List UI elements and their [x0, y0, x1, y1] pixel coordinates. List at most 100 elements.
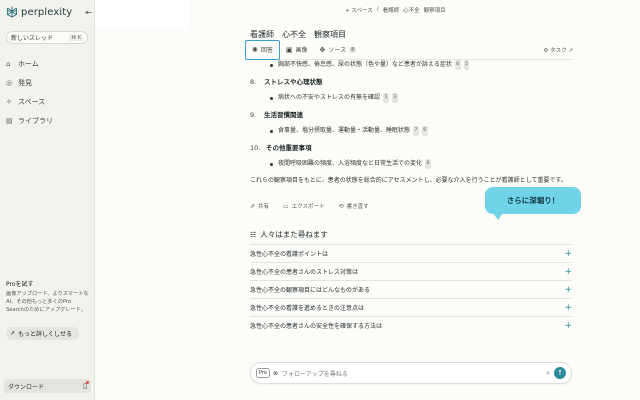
export-label: エクスポート	[291, 204, 325, 210]
item-title: その他重要事項	[266, 144, 312, 152]
learn-more-label: もっと詳しくしせる	[18, 331, 73, 338]
sidebar-item-discover[interactable]: ◎ 発見	[6, 73, 90, 92]
bullet-text: 夜間呼吸困難の頻度、入浴頻度など日常生活での変化	[278, 160, 423, 167]
item-number: 8.	[250, 78, 257, 86]
item-title: 生活習慣関連	[264, 111, 303, 119]
sidebar-nav: ⌂ ホーム ◎ 発見 ✧ スペース ▤ ライブラリ	[6, 54, 90, 130]
pro-description: 画像アップロード、よりスマートなAI、その他もっと多くのPro Searchのた…	[6, 291, 89, 313]
tab-images[interactable]: ▣ 画像	[280, 40, 314, 60]
plus-icon: +	[564, 302, 572, 313]
brand-name: perplexity	[21, 6, 73, 18]
item-number: 9.	[250, 111, 257, 119]
sources-count-badge: 8	[349, 46, 357, 53]
citation-badge[interactable]: 3	[391, 93, 398, 103]
related-question-text: 急性心不全の患者さんの安全性を確保する方法は	[250, 323, 383, 330]
share-icon: ⇗	[250, 203, 256, 210]
numbered-heading: 9. 生活習慣関連	[250, 110, 575, 120]
summary-paragraph: これらの観察項目をもとに、患者の状態を総合的にアセスメントし、必要な介入を行うこ…	[250, 177, 567, 184]
collapse-sidebar-icon[interactable]: ⇤	[85, 8, 92, 17]
sidebar-item-label: ライブラリ	[18, 116, 53, 125]
sidebar-item-label: ホーム	[18, 59, 39, 68]
brand-row: perplexity ⇤	[6, 5, 92, 19]
list-item: 食事量、塩分摂取量、運動量・活動量、睡眠状態 7 6	[250, 126, 575, 136]
related-question-row[interactable]: 急性心不全の観察項目にはどんなものがある +	[250, 280, 572, 298]
perplexity-logo-icon	[7, 6, 17, 18]
arrow-up-right-icon: ↗	[10, 330, 16, 337]
related-icon: ☷	[250, 230, 257, 239]
focus-icon[interactable]: ⊗	[273, 370, 278, 377]
speech-bubble-callout: さらに深堀り！	[485, 187, 581, 220]
rewrite-button[interactable]: ⟲ 書き直す	[339, 202, 369, 210]
plus-icon: +	[564, 248, 572, 259]
plus-icon: +	[564, 320, 572, 331]
download-button[interactable]: ダウンロード ▯	[4, 379, 91, 393]
breadcrumb-separator: /	[376, 6, 379, 12]
submit-button[interactable]: ↑	[554, 367, 566, 379]
new-thread-label: 新しいスレッド	[11, 35, 54, 42]
followup-input[interactable]: フォローアップを尋ねる	[282, 369, 348, 378]
citation-badge[interactable]: 7	[412, 126, 419, 136]
image-icon: ▣	[285, 45, 293, 54]
tab-label: ソース	[328, 47, 347, 54]
spaces-icon: ✧	[6, 97, 12, 106]
thread-title: 看護師 心不全 観察項目	[250, 30, 346, 39]
sidebar-item-library[interactable]: ▤ ライブラリ	[6, 111, 90, 130]
result-tabs: ✺ 回答 ▣ 画像 ✥ ソース 8 ⚙ タスク ↗	[245, 39, 573, 60]
related-question-text: 急性心不全の患者さんのストレス対策は	[250, 269, 359, 276]
plus-icon: +	[564, 266, 572, 277]
citation-badge[interactable]: 6	[421, 126, 428, 136]
related-question-text: 急性心不全の看護を進めるときの注意点は	[250, 305, 365, 312]
pro-toggle[interactable]: Pro	[256, 368, 270, 378]
globe-icon: ◎	[6, 78, 13, 87]
related-question-row[interactable]: 急性心不全の看護を進めるときの注意点は +	[250, 298, 572, 316]
learn-more-button[interactable]: ↗ もっと詳しくしせる	[6, 327, 79, 340]
related-question-row[interactable]: 急性心不全の患者さんの安全性を確保する方法は +	[250, 316, 572, 334]
citation-badge[interactable]: 6	[454, 60, 461, 70]
share-button[interactable]: ⇗ 共有	[250, 202, 269, 210]
numbered-heading: 8. ストレスや心理状態	[250, 77, 575, 87]
new-thread-button[interactable]: 新しいスレッド ⌘ K	[6, 31, 88, 44]
phone-icon: ▯	[83, 381, 89, 390]
download-label: ダウンロード	[8, 383, 45, 391]
expand-icon: ↗	[568, 47, 573, 54]
sidebar-item-spaces[interactable]: ✧ スペース	[6, 92, 90, 111]
related-title: 人々はまた尋ねます	[260, 230, 328, 239]
paperclip-icon[interactable]: ⌕	[546, 369, 550, 378]
tasks-button[interactable]: ⚙ タスク ↗	[543, 46, 573, 54]
breadcrumb: + スペース / 看護師 心不全 観察項目	[345, 6, 446, 14]
bullet-text: 病状への不安やストレスの有無を確認	[278, 94, 381, 101]
citation-badge[interactable]: 1	[382, 93, 389, 103]
sidebar-item-home[interactable]: ⌂ ホーム	[6, 54, 90, 73]
bullet-text: 食事量、塩分摂取量、運動量・活動量、睡眠状態	[278, 127, 411, 134]
sidebar-item-label: 発見	[18, 78, 32, 87]
related-question-row[interactable]: 急性心不全の看護ポイントは +	[250, 244, 572, 262]
tasks-icon: ⚙	[543, 47, 549, 54]
sidebar-item-label: スペース	[18, 97, 46, 106]
related-question-text: 急性心不全の観察項目にはどんなものがある	[250, 287, 371, 294]
breadcrumb-add-space[interactable]: + スペース	[345, 6, 373, 14]
followup-bar: Pro ⊗ フォローアップを尋ねる ⌕ ↑	[250, 362, 572, 384]
main-panel: + スペース / 看護師 心不全 観察項目 看護師 心不全 観察項目 ✺ 回答 …	[95, 0, 640, 400]
share-label: 共有	[258, 204, 270, 210]
answer-icon: ✺	[252, 45, 258, 54]
list-item: 夜間呼吸困難の頻度、入浴頻度など日常生活での変化 6	[250, 159, 575, 169]
citation-badge[interactable]: 5	[463, 60, 470, 70]
related-heading: ☷ 人々はまた尋ねます	[250, 229, 328, 240]
pro-upsell: Proを試す 画像アップロード、よりスマートなAI、その他もっと多くのPro S…	[6, 279, 90, 314]
citation-badge[interactable]: 6	[424, 159, 431, 169]
answer-content: 胸部不快感、倦怠感、尿の状態（色や量）など患者が訴える症状 6 5 8. ストレ…	[250, 60, 575, 186]
tab-answer[interactable]: ✺ 回答	[245, 39, 280, 60]
list-item: 病状への不安やストレスの有無を確認 1 3	[250, 93, 575, 103]
document-icon: ▭	[283, 203, 289, 210]
related-question-row[interactable]: 急性心不全の患者さんのストレス対策は +	[250, 262, 572, 280]
breadcrumb-item: 心不全	[403, 8, 420, 14]
notification-dot	[86, 381, 89, 384]
header-blank-area	[95, 0, 190, 30]
pro-title: Proを試す	[6, 281, 34, 288]
library-icon: ▤	[6, 116, 13, 125]
item-number: 10.	[250, 144, 261, 152]
sources-icon: ✥	[319, 45, 326, 54]
arrow-up-icon: ↑	[557, 369, 563, 377]
export-button[interactable]: ▭ エクスポート	[283, 202, 325, 210]
tab-sources[interactable]: ✥ ソース 8	[314, 40, 363, 60]
